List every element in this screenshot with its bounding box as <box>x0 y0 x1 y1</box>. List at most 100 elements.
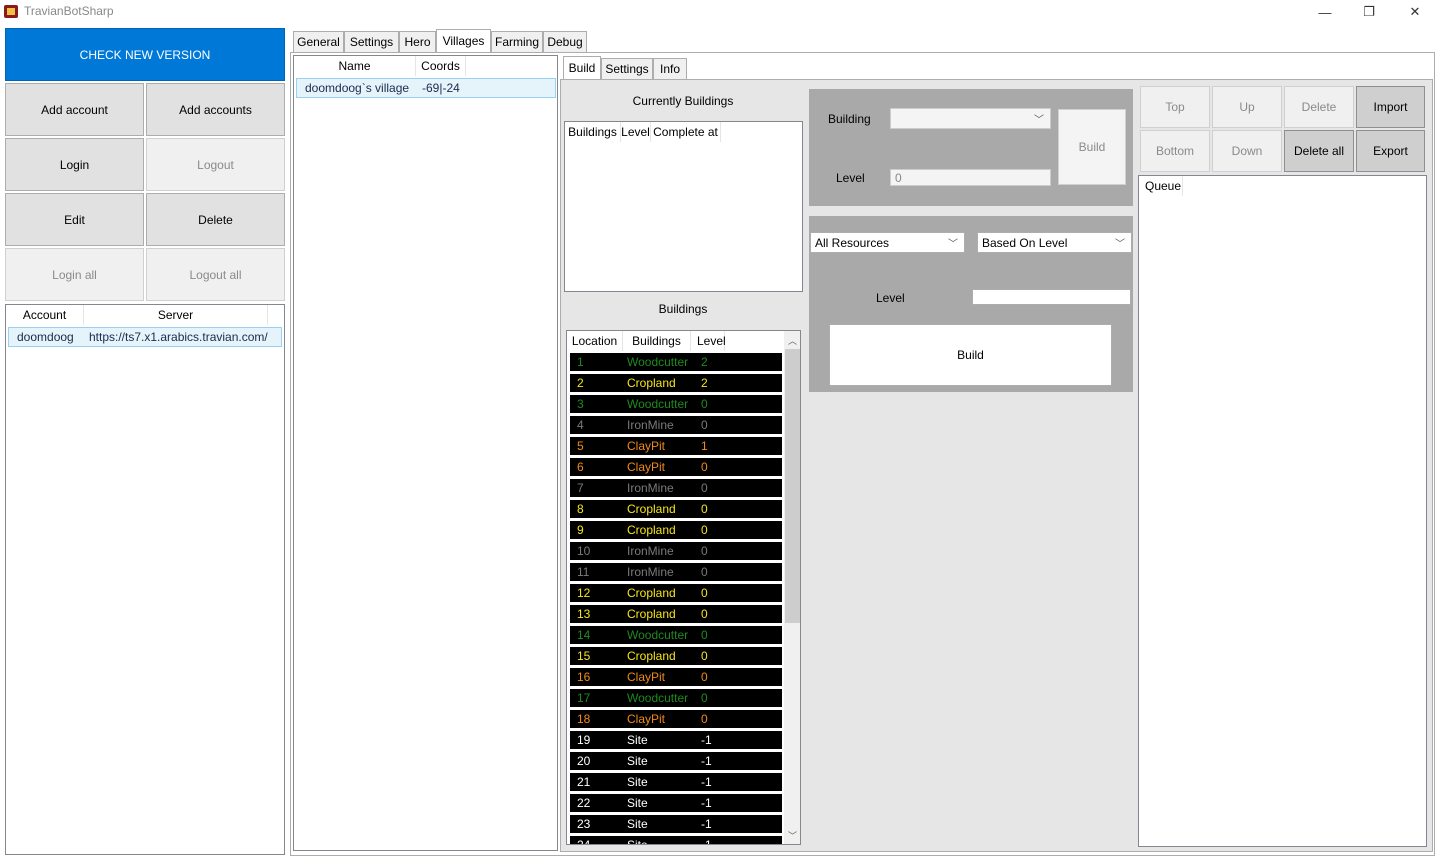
table-row[interactable]: 3 Woodcutter 0 <box>570 395 782 413</box>
normal-build-panel: Building ﹀ Level 0 Build <box>809 89 1133 206</box>
scroll-down-icon[interactable]: ﹀ <box>788 829 797 842</box>
account-cell: doomdoog <box>17 330 74 344</box>
level-cell: 0 <box>701 460 708 474</box>
resource-strategy-select[interactable]: Based On Level ﹀ <box>977 232 1132 253</box>
resource-build-button[interactable]: Build <box>829 324 1112 386</box>
column-header-coords[interactable]: Coords <box>416 56 466 76</box>
column-header-queue[interactable]: Queue <box>1139 176 1183 196</box>
queue-down-button[interactable]: Down <box>1212 130 1282 172</box>
queue-list[interactable]: Queue <box>1138 175 1427 847</box>
table-row[interactable]: 23 Site -1 <box>570 815 782 833</box>
login-button[interactable]: Login <box>5 138 144 191</box>
table-row[interactable]: 11 IronMine 0 <box>570 563 782 581</box>
table-row[interactable]: 20 Site -1 <box>570 752 782 770</box>
buildings-scrollbar[interactable]: ︿ ﹀ <box>784 331 800 844</box>
queue-import-button[interactable]: Import <box>1356 86 1425 128</box>
queue-export-button[interactable]: Export <box>1356 130 1425 172</box>
delete-button[interactable]: Delete <box>146 193 285 246</box>
table-row[interactable]: 15 Cropland 0 <box>570 647 782 665</box>
tab-hero[interactable]: Hero <box>399 31 436 53</box>
table-row[interactable]: 1 Woodcutter 2 <box>570 353 782 371</box>
table-row[interactable]: 6 ClayPit 0 <box>570 458 782 476</box>
location-cell: 20 <box>577 754 591 768</box>
check-new-version-button[interactable]: CHECK NEW VERSION <box>5 28 285 81</box>
tab-farming[interactable]: Farming <box>491 31 543 53</box>
minimize-button[interactable]: — <box>1302 0 1348 24</box>
tab-build[interactable]: Build <box>563 56 601 80</box>
location-cell: 18 <box>577 712 591 726</box>
accounts-list[interactable]: Account Server doomdoog https://ts7.x1.a… <box>5 304 285 855</box>
level-input[interactable]: 0 <box>890 169 1051 186</box>
level-cell: 0 <box>701 502 708 516</box>
queue-delete-button[interactable]: Delete <box>1284 86 1354 128</box>
table-row[interactable]: 10 IronMine 0 <box>570 542 782 560</box>
tab-villages[interactable]: Villages <box>436 29 491 53</box>
build-button[interactable]: Build <box>1058 109 1126 185</box>
location-cell: 11 <box>577 565 590 579</box>
table-row[interactable]: 18 ClayPit 0 <box>570 710 782 728</box>
building-select[interactable]: ﹀ <box>890 108 1051 129</box>
building-name-cell: ClayPit <box>627 460 666 474</box>
building-name-cell: Cropland <box>627 586 676 600</box>
level-cell: 0 <box>701 544 708 558</box>
currently-buildings-list[interactable]: Buildings Level Complete at <box>564 121 803 292</box>
table-row[interactable]: 2 Cropland 2 <box>570 374 782 392</box>
add-account-button[interactable]: Add account <box>5 83 144 136</box>
table-row[interactable]: 22 Site -1 <box>570 794 782 812</box>
column-header-complete-at[interactable]: Complete at <box>651 122 721 142</box>
logout-button[interactable]: Logout <box>146 138 285 191</box>
table-row[interactable]: 5 ClayPit 1 <box>570 437 782 455</box>
table-row[interactable]: 9 Cropland 0 <box>570 521 782 539</box>
logout-all-button[interactable]: Logout all <box>146 248 285 301</box>
table-row[interactable]: 4 IronMine 0 <box>570 416 782 434</box>
column-header-level[interactable]: Level <box>621 122 651 142</box>
add-accounts-button[interactable]: Add accounts <box>146 83 285 136</box>
table-row[interactable]: 19 Site -1 <box>570 731 782 749</box>
scrollbar-thumb[interactable] <box>785 349 800 623</box>
table-row[interactable]: 16 ClayPit 0 <box>570 668 782 686</box>
location-cell: 24 <box>577 838 591 845</box>
building-name-cell: IronMine <box>627 544 674 558</box>
tab-settings[interactable]: Settings <box>344 31 399 53</box>
chevron-down-icon: ﹀ <box>1034 115 1044 126</box>
table-row[interactable]: 17 Woodcutter 0 <box>570 689 782 707</box>
table-row[interactable]: 7 IronMine 0 <box>570 479 782 497</box>
login-all-button[interactable]: Login all <box>5 248 144 301</box>
queue-delete-all-button[interactable]: Delete all <box>1284 130 1354 172</box>
column-header-buildings[interactable]: Buildings <box>565 122 621 142</box>
table-row[interactable]: 24 Site -1 <box>570 836 782 845</box>
scroll-up-icon[interactable]: ︿ <box>788 334 797 347</box>
level-cell: 0 <box>701 523 708 537</box>
table-row[interactable]: 14 Woodcutter 0 <box>570 626 782 644</box>
villages-list[interactable]: Name Coords doomdoog`s village -69|-24 <box>293 55 558 851</box>
column-header-server[interactable]: Server <box>84 305 268 325</box>
table-row[interactable]: doomdoog https://ts7.x1.arabics.travian.… <box>8 327 282 347</box>
queue-top-button[interactable]: Top <box>1140 86 1210 128</box>
close-button[interactable]: ✕ <box>1392 0 1438 24</box>
tab-info[interactable]: Info <box>653 58 687 80</box>
location-cell: 23 <box>577 817 591 831</box>
resource-type-select[interactable]: All Resources ﹀ <box>810 232 965 253</box>
queue-bottom-button[interactable]: Bottom <box>1140 130 1210 172</box>
resource-level-input[interactable] <box>972 289 1131 305</box>
buildings-list[interactable]: Location Buildings Level 1 Woodcutter 2 2 Cr… <box>566 330 801 845</box>
table-row[interactable]: 12 Cropland 0 <box>570 584 782 602</box>
table-row[interactable]: doomdoog`s village -69|-24 <box>296 78 556 98</box>
queue-up-button[interactable]: Up <box>1212 86 1282 128</box>
table-row[interactable]: 21 Site -1 <box>570 773 782 791</box>
tab-village-settings[interactable]: Settings <box>601 58 653 80</box>
restore-button[interactable]: ❐ <box>1346 0 1392 24</box>
level-cell: 1 <box>701 439 708 453</box>
edit-button[interactable]: Edit <box>5 193 144 246</box>
location-cell: 12 <box>577 586 591 600</box>
table-row[interactable]: 13 Cropland 0 <box>570 605 782 623</box>
column-header-account[interactable]: Account <box>6 305 84 325</box>
tab-debug[interactable]: Debug <box>543 31 587 53</box>
level-cell: 0 <box>701 691 708 705</box>
column-header-name[interactable]: Name <box>294 56 416 76</box>
tab-general[interactable]: General <box>293 31 344 53</box>
chevron-down-icon: ﹀ <box>948 239 958 250</box>
level-cell: 0 <box>701 649 708 663</box>
table-row[interactable]: 8 Cropland 0 <box>570 500 782 518</box>
building-name-cell: ClayPit <box>627 439 666 453</box>
